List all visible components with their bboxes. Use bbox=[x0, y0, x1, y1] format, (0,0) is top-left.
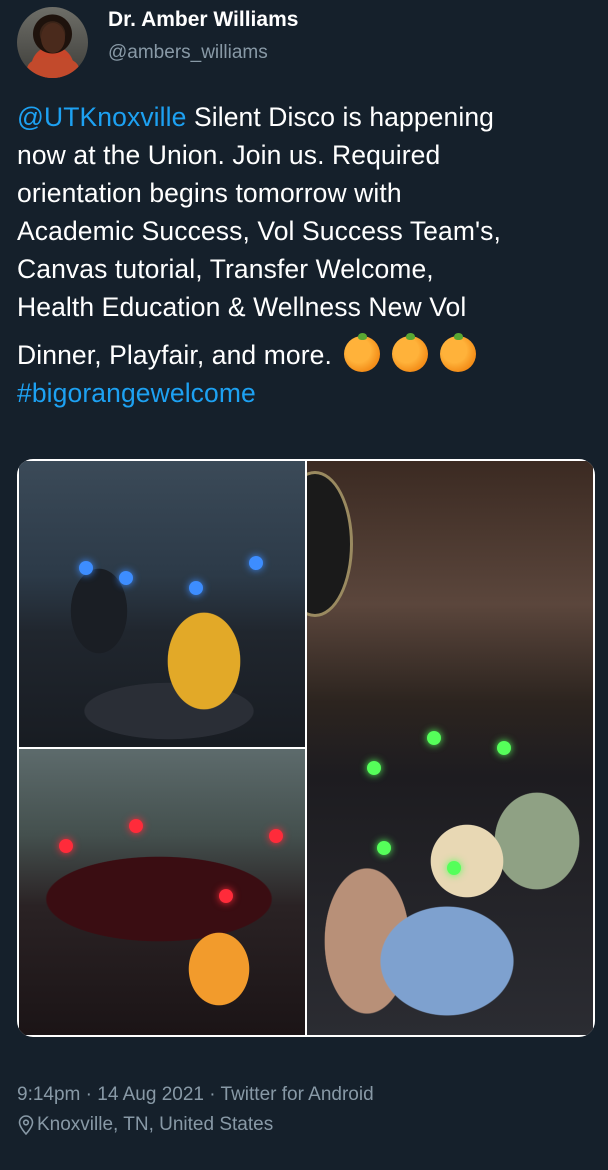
headphone-light bbox=[497, 741, 511, 755]
photo-dance-floor-blue[interactable] bbox=[19, 461, 305, 747]
orange-emoji bbox=[343, 333, 380, 372]
headphone-light bbox=[427, 731, 441, 745]
tweet-line-7: Dinner, Playfair, and more. bbox=[17, 340, 332, 370]
photo-dance-floor-red[interactable] bbox=[19, 749, 305, 1035]
tennessee-seal bbox=[307, 471, 353, 617]
headphone-light bbox=[119, 571, 133, 585]
tweet-timestamp[interactable]: 9:14pm · 14 Aug 2021 · Twitter for Andro… bbox=[17, 1084, 374, 1106]
headphone-light bbox=[249, 556, 263, 570]
headphone-light bbox=[59, 839, 73, 853]
headphone-light bbox=[367, 761, 381, 775]
mention-link[interactable]: @UTKnoxville bbox=[17, 102, 186, 132]
tweet-line-1: Silent Disco is happening bbox=[186, 102, 495, 132]
headphone-light bbox=[377, 841, 391, 855]
tweet-text: @UTKnoxville Silent Disco is happening n… bbox=[17, 98, 597, 412]
tweet-line-5: Canvas tutorial, Transfer Welcome, bbox=[17, 254, 434, 284]
avatar-shirt bbox=[27, 57, 79, 78]
tweet-line-2: now at the Union. Join us. Required bbox=[17, 140, 441, 170]
headphone-light bbox=[219, 889, 233, 903]
headphone-light bbox=[79, 561, 93, 575]
headphone-light bbox=[269, 829, 283, 843]
tweet-location[interactable]: Knoxville, TN, United States bbox=[17, 1114, 273, 1136]
headphone-light bbox=[447, 861, 461, 875]
tweet-line-6: Health Education & Wellness New Vol bbox=[17, 292, 467, 322]
avatar-face bbox=[41, 23, 65, 53]
headphone-light bbox=[129, 819, 143, 833]
author-handle[interactable]: @ambers_williams bbox=[108, 42, 268, 64]
orange-emoji bbox=[391, 333, 428, 372]
location-pin-icon bbox=[18, 1115, 34, 1135]
tweet-line-3: orientation begins tomorrow with bbox=[17, 178, 402, 208]
orange-emoji bbox=[439, 333, 476, 372]
author-name[interactable]: Dr. Amber Williams bbox=[108, 8, 298, 32]
author-avatar[interactable] bbox=[17, 7, 88, 78]
location-label: Knoxville, TN, United States bbox=[37, 1114, 274, 1135]
photo-crowd-green[interactable] bbox=[307, 461, 593, 1035]
hashtag-link[interactable]: #bigorangewelcome bbox=[17, 378, 256, 408]
media-grid bbox=[17, 459, 595, 1037]
tweet-line-4: Academic Success, Vol Success Team's, bbox=[17, 216, 501, 246]
headphone-light bbox=[189, 581, 203, 595]
